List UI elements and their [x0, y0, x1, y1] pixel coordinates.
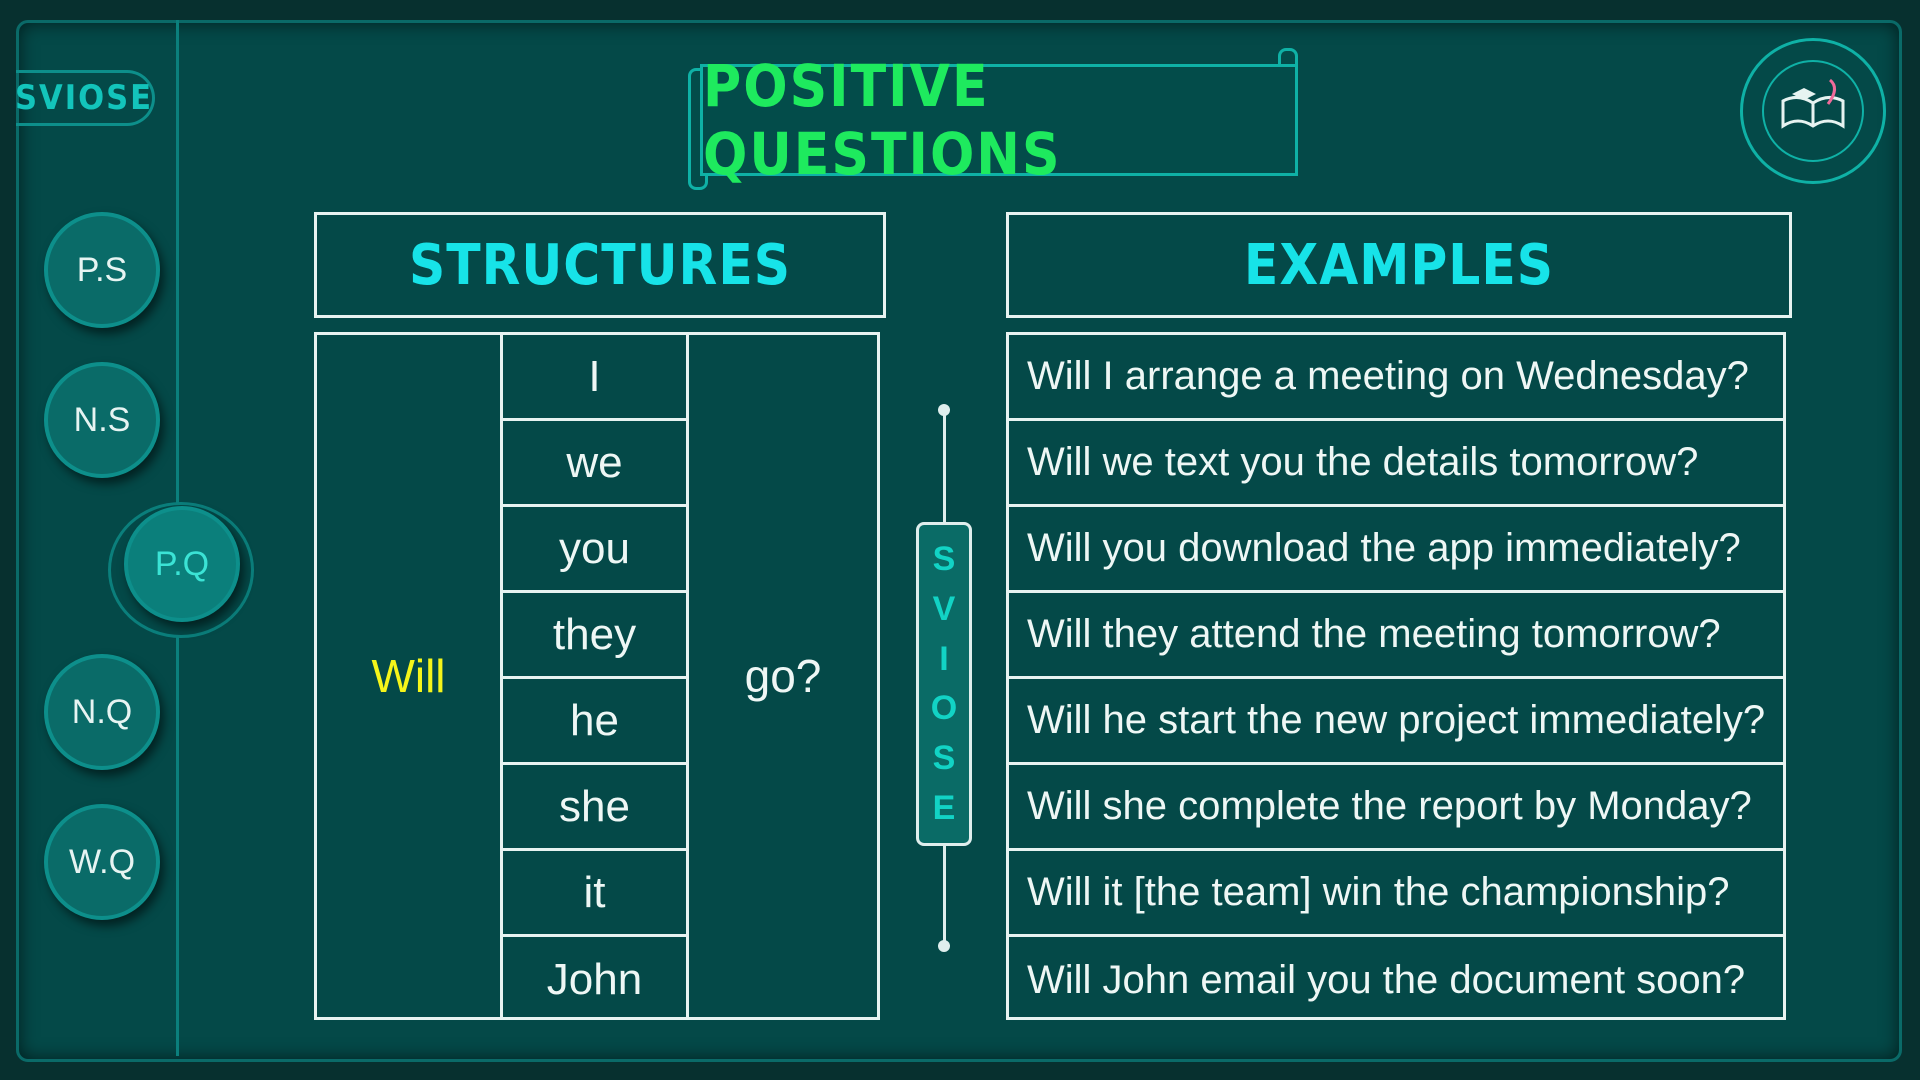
- nav-pq-button[interactable]: P.Q: [124, 506, 240, 622]
- divider-dot-top: [938, 404, 950, 416]
- divider-line-bottom: [943, 844, 946, 948]
- subject-cell: he: [503, 679, 686, 765]
- badge-letter: O: [930, 689, 958, 728]
- subject-cell: you: [503, 507, 686, 593]
- example-row: Will it [the team] win the championship?: [1009, 851, 1783, 937]
- nav-wq-button[interactable]: W.Q: [44, 804, 160, 920]
- badge-letter: S: [932, 540, 956, 579]
- example-row: Will I arrange a meeting on Wednesday?: [1009, 335, 1783, 421]
- subject-cell: they: [503, 593, 686, 679]
- school-logo: [1740, 38, 1886, 184]
- title-banner: POSITIVE QUESTIONS: [700, 52, 1298, 188]
- subject-cell: she: [503, 765, 686, 851]
- subject-cell: I: [503, 335, 686, 421]
- badge-letter: V: [932, 589, 956, 628]
- nav-ns-button[interactable]: N.S: [44, 362, 160, 478]
- structures-header: STRUCTURES: [314, 212, 886, 318]
- nav-ps-button[interactable]: P.S: [44, 212, 160, 328]
- example-row: Will they attend the meeting tomorrow?: [1009, 593, 1783, 679]
- examples-table: Will I arrange a meeting on Wednesday? W…: [1006, 332, 1786, 1020]
- badge-letter: S: [932, 738, 956, 777]
- subject-cell: it: [503, 851, 686, 937]
- book-icon: [1762, 60, 1864, 162]
- examples-header: EXAMPLES: [1006, 212, 1792, 318]
- example-row: Will she complete the report by Monday?: [1009, 765, 1783, 851]
- badge-letter: I: [939, 639, 949, 678]
- divider-dot-bottom: [938, 940, 950, 952]
- aux-verb-cell: Will: [317, 335, 503, 1017]
- subjects-column: I we you they he she it John: [503, 335, 689, 1017]
- main-verb-cell: go?: [744, 650, 822, 702]
- subject-cell: John: [546, 955, 643, 1004]
- example-row: Will you download the app immediately?: [1009, 507, 1783, 593]
- structures-table: Will I we you they he she it John go?: [314, 332, 880, 1020]
- vertical-brand-badge: S V I O S E: [916, 522, 972, 846]
- example-row: Will John email you the document soon?: [1027, 957, 1746, 1002]
- example-row: Will he start the new project immediatel…: [1009, 679, 1783, 765]
- nav-nq-button[interactable]: N.Q: [44, 654, 160, 770]
- page-title: POSITIVE QUESTIONS: [703, 52, 1062, 188]
- example-row: Will we text you the details tomorrow?: [1009, 421, 1783, 507]
- badge-letter: E: [932, 788, 956, 827]
- divider-line-top: [943, 410, 946, 526]
- subject-cell: we: [503, 421, 686, 507]
- brand-label: SVIOSE: [15, 70, 155, 126]
